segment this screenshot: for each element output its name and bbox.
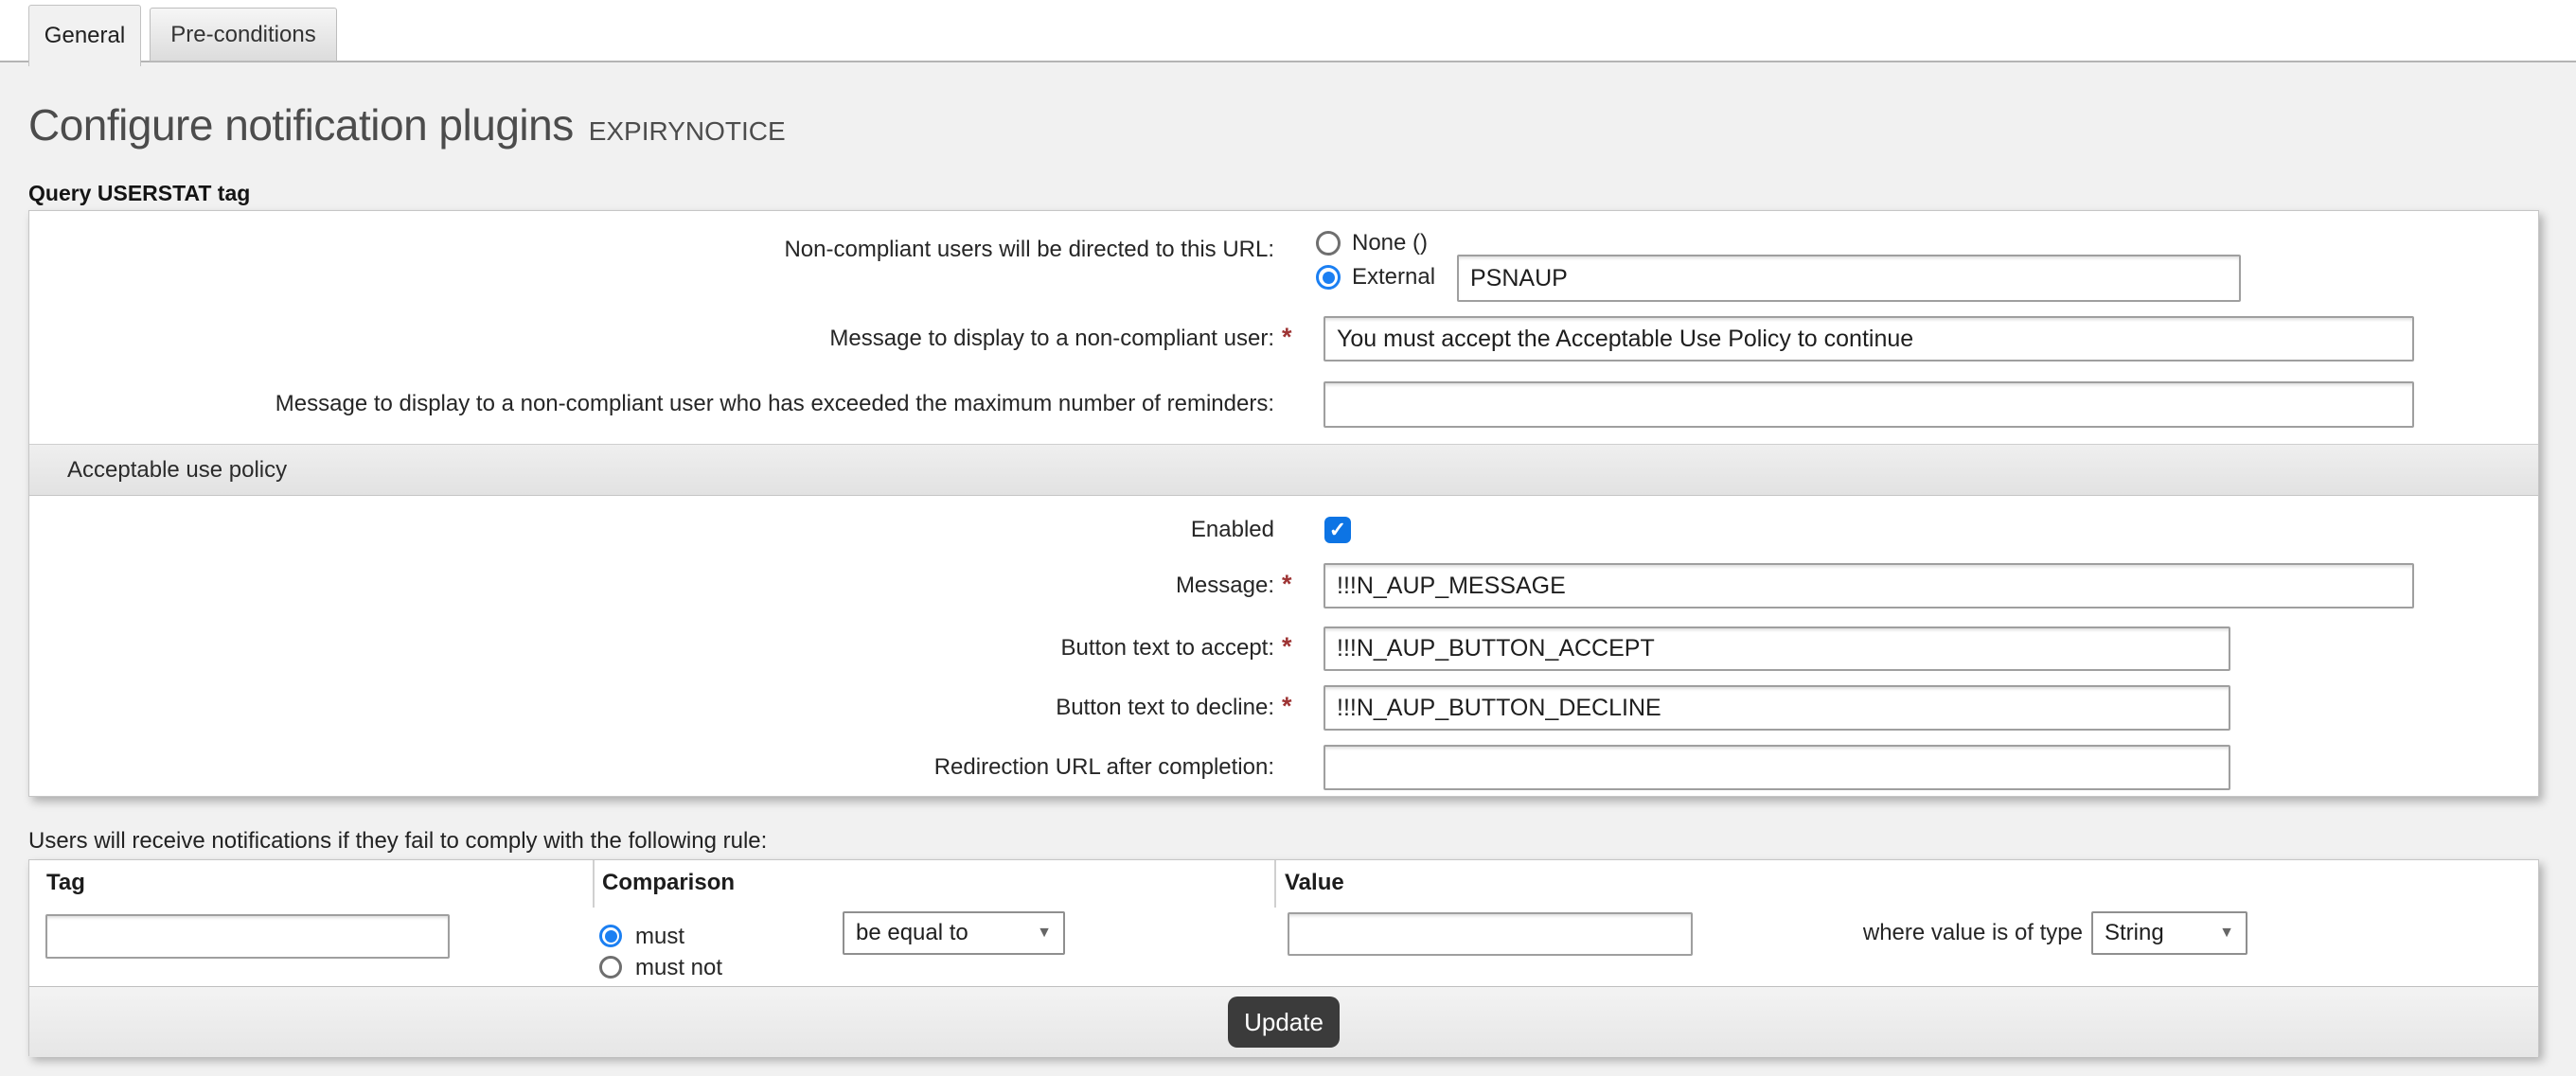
- required-marker: *: [1282, 323, 1320, 351]
- aup-message-input[interactable]: [1324, 563, 2414, 609]
- column-header-tag: Tag: [46, 869, 85, 897]
- url-none-radio[interactable]: [1316, 231, 1341, 256]
- decline-text-label: Button text to decline:: [29, 694, 1274, 722]
- form-action-bar: Update: [29, 986, 2538, 1057]
- tag-input[interactable]: [45, 914, 450, 959]
- tab-pre-conditions-label: Pre-conditions: [170, 22, 315, 48]
- url-external-radio[interactable]: [1316, 265, 1341, 290]
- comparison-operator-select[interactable]: be equal to ▼: [843, 911, 1065, 955]
- enabled-checkbox[interactable]: ✓: [1324, 517, 1351, 543]
- decline-button-text-input[interactable]: [1324, 685, 2230, 731]
- url-row-label: Non-compliant users will be directed to …: [29, 236, 1274, 264]
- required-marker: *: [1282, 632, 1320, 661]
- column-separator: [1274, 860, 1276, 908]
- required-marker: *: [1282, 692, 1320, 720]
- rule-table-panel: Tag Comparison Value must must not be eq…: [28, 859, 2539, 1056]
- reminders-message-input[interactable]: [1324, 381, 2414, 428]
- value-type-value: String: [2105, 920, 2164, 946]
- tab-general-label: General: [44, 23, 125, 49]
- tab-pre-conditions[interactable]: Pre-conditions: [150, 8, 337, 62]
- query-section-heading: Query USERSTAT tag: [28, 180, 250, 206]
- must-not-label: must not: [635, 954, 722, 982]
- value-type-select[interactable]: String ▼: [2091, 911, 2247, 955]
- url-external-label: External: [1352, 263, 1435, 291]
- tab-general[interactable]: General: [28, 5, 141, 66]
- update-button[interactable]: Update: [1228, 997, 1340, 1048]
- enabled-label: Enabled: [29, 516, 1274, 544]
- aup-message-label: Message:: [29, 572, 1274, 600]
- tab-bar: [0, 0, 2576, 62]
- dropdown-arrow-icon: ▼: [1037, 925, 1052, 942]
- column-header-comparison: Comparison: [602, 869, 735, 897]
- checkmark-icon: ✓: [1329, 518, 1346, 542]
- comparison-operator-value: be equal to: [856, 920, 968, 946]
- query-section-panel: Non-compliant users will be directed to …: [28, 210, 2539, 797]
- reminders-message-label: Message to display to a non-compliant us…: [29, 390, 1274, 418]
- page-title: Configure notification plugins EXPIRYNOTI…: [28, 95, 786, 162]
- page-title-text: Configure notification plugins: [28, 100, 574, 150]
- external-url-input[interactable]: [1457, 255, 2241, 302]
- accept-button-text-input[interactable]: [1324, 626, 2230, 671]
- noncompliant-message-input[interactable]: [1324, 316, 2414, 362]
- plugin-name-badge: EXPIRYNOTICE: [589, 116, 786, 146]
- accept-text-label: Button text to accept:: [29, 634, 1274, 662]
- url-none-label: None (): [1352, 229, 1428, 257]
- aup-section-heading: Acceptable use policy: [67, 457, 287, 484]
- value-type-label: where value is of type: [1733, 919, 2083, 947]
- required-marker: *: [1282, 570, 1320, 598]
- must-not-radio[interactable]: [599, 956, 622, 979]
- column-separator: [593, 860, 595, 908]
- must-label: must: [635, 923, 684, 951]
- redirect-url-label: Redirection URL after completion:: [29, 753, 1274, 782]
- column-header-value: Value: [1285, 869, 1344, 897]
- redirect-url-input[interactable]: [1324, 745, 2230, 790]
- aup-section-header: Acceptable use policy: [29, 444, 2538, 496]
- must-radio[interactable]: [599, 925, 622, 947]
- noncompliant-message-label: Message to display to a non-compliant us…: [29, 325, 1274, 353]
- rule-value-input[interactable]: [1288, 912, 1693, 956]
- rule-intro-text: Users will receive notifications if they…: [28, 827, 767, 856]
- dropdown-arrow-icon: ▼: [2219, 925, 2234, 942]
